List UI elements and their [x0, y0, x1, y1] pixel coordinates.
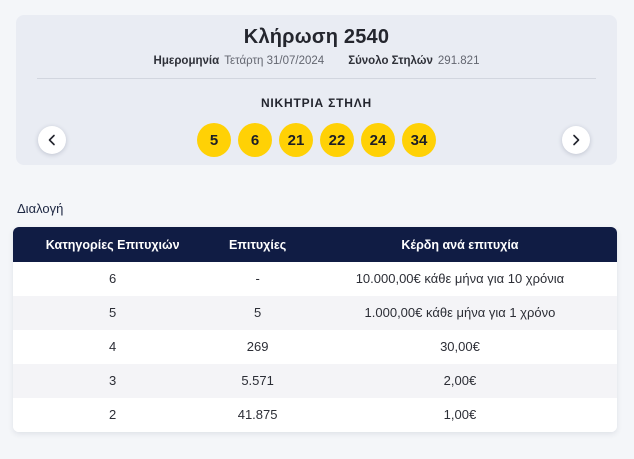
- table-cell: -: [212, 271, 303, 287]
- table-cell: 5.571: [212, 373, 303, 389]
- draw-title: Κλήρωση 2540: [16, 26, 617, 49]
- chevron-left-icon: [48, 134, 56, 146]
- results-table: Κατηγορίες ΕπιτυχιώνΕπιτυχίεςΚέρδη ανά ε…: [13, 227, 617, 432]
- table-row: 551.000,00€ κάθε μήνα για 1 χρόνο: [13, 296, 617, 330]
- table-cell: 10.000,00€ κάθε μήνα για 10 χρόνια: [303, 271, 617, 287]
- results-section-label: Διαλογή: [17, 201, 63, 216]
- table-column-header: Κατηγορίες Επιτυχιών: [13, 237, 212, 253]
- table-cell: 1,00€: [303, 407, 617, 423]
- table-row: 241.8751,00€: [13, 398, 617, 432]
- table-row: 426930,00€: [13, 330, 617, 364]
- table-cell: 5: [13, 305, 212, 321]
- date-value: Τετάρτη 31/07/2024: [224, 54, 324, 68]
- date-label: Ημερομηνία: [154, 54, 220, 68]
- table-body: 6-10.000,00€ κάθε μήνα για 10 χρόνια551.…: [13, 262, 617, 432]
- table-cell: 269: [212, 339, 303, 355]
- table-cell: 1.000,00€ κάθε μήνα για 1 χρόνο: [303, 305, 617, 321]
- winning-number-ball: 22: [320, 123, 354, 157]
- winning-column-label: ΝΙΚΗΤΡΙΑ ΣΤΗΛΗ: [16, 96, 617, 110]
- table-cell: 3: [13, 373, 212, 389]
- table-row: 35.5712,00€: [13, 364, 617, 398]
- table-cell: 6: [13, 271, 212, 287]
- table-row: 6-10.000,00€ κάθε μήνα για 10 χρόνια: [13, 262, 617, 296]
- previous-draw-button[interactable]: [38, 126, 66, 154]
- draw-meta: Ημερομηνία Τετάρτη 31/07/2024 Σύνολο Στη…: [16, 54, 617, 68]
- winning-number-ball: 21: [279, 123, 313, 157]
- card-divider: [37, 78, 596, 79]
- winning-numbers: 5621222434: [16, 123, 617, 157]
- draw-results-page: Κλήρωση 2540 Ημερομηνία Τετάρτη 31/07/20…: [0, 0, 634, 459]
- total-columns-value: 291.821: [438, 54, 480, 68]
- table-cell: 30,00€: [303, 339, 617, 355]
- table-cell: 2: [13, 407, 212, 423]
- table-header-row: Κατηγορίες ΕπιτυχιώνΕπιτυχίεςΚέρδη ανά ε…: [13, 227, 617, 262]
- table-cell: 41.875: [212, 407, 303, 423]
- draw-card: Κλήρωση 2540 Ημερομηνία Τετάρτη 31/07/20…: [16, 15, 617, 165]
- winning-number-ball: 34: [402, 123, 436, 157]
- winning-number-ball: 6: [238, 123, 272, 157]
- chevron-right-icon: [572, 134, 580, 146]
- winning-numbers-carousel: 5621222434: [16, 123, 617, 157]
- table-cell: 5: [212, 305, 303, 321]
- table-column-header: Κέρδη ανά επιτυχία: [303, 237, 617, 253]
- total-columns-label: Σύνολο Στηλών: [348, 54, 433, 68]
- next-draw-button[interactable]: [562, 126, 590, 154]
- winning-number-ball: 24: [361, 123, 395, 157]
- table-cell: 2,00€: [303, 373, 617, 389]
- winning-number-ball: 5: [197, 123, 231, 157]
- table-cell: 4: [13, 339, 212, 355]
- table-column-header: Επιτυχίες: [212, 237, 303, 253]
